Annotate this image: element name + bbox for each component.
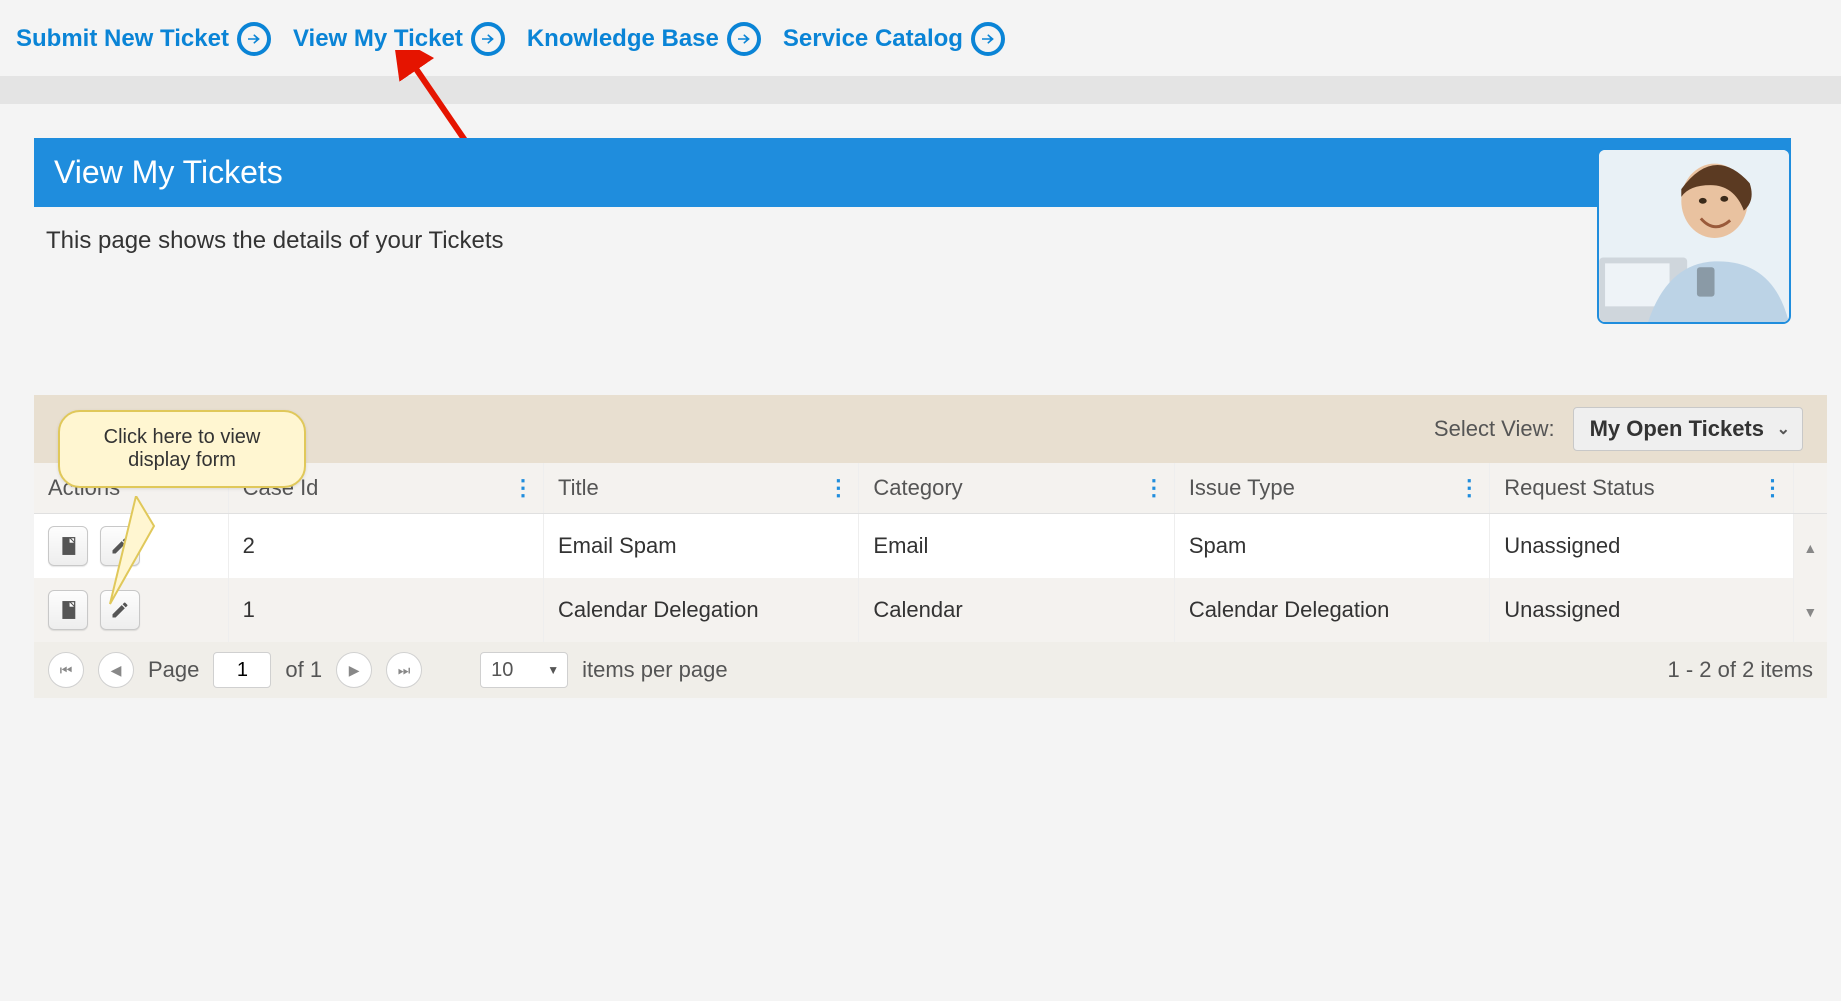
cell-category: Calendar	[859, 578, 1174, 642]
pager-of-label: of 1	[285, 657, 322, 683]
items-per-page-value: 10	[491, 659, 513, 682]
avatar-image	[1599, 150, 1789, 322]
pager-bar: ⏮ ◀ Page of 1 ▶ ⏭ 10 ▼ items per page 1 …	[34, 642, 1827, 698]
callout-line: Click here to view	[80, 426, 284, 449]
nav-item-label: View My Ticket	[293, 25, 463, 53]
select-view-dropdown[interactable]: My Open Tickets ⌄	[1573, 407, 1803, 451]
cell-category: Email	[859, 514, 1174, 579]
view-form-button[interactable]	[48, 526, 88, 566]
col-title[interactable]: Title⋮	[544, 463, 859, 514]
document-icon	[58, 536, 78, 556]
chevron-left-icon: ◀	[111, 662, 122, 679]
nav-knowledge-base[interactable]: Knowledge Base	[527, 22, 761, 56]
table-row: 1 Calendar Delegation Calendar Calendar …	[34, 578, 1827, 642]
column-menu-icon[interactable]: ⋮	[1458, 475, 1479, 501]
nav-item-label: Knowledge Base	[527, 25, 719, 53]
cell-case-id: 1	[228, 578, 543, 642]
nav-item-label: Submit New Ticket	[16, 25, 229, 53]
first-page-icon: ⏮	[60, 662, 73, 679]
last-page-icon: ⏭	[398, 662, 411, 679]
arrow-right-circle-icon	[727, 22, 761, 56]
arrow-right-circle-icon	[237, 22, 271, 56]
tickets-table: Actions Case Id⋮ Title⋮ Category⋮ Issue …	[34, 463, 1827, 642]
scroll-column	[1793, 463, 1827, 514]
column-menu-icon[interactable]: ⋮	[1762, 475, 1783, 501]
cell-case-id: 2	[228, 514, 543, 579]
table-row: 2 Email Spam Email Spam Unassigned ▲	[34, 514, 1827, 579]
pager-page-label: Page	[148, 657, 199, 683]
column-menu-icon[interactable]: ⋮	[1143, 475, 1164, 501]
col-issue-type[interactable]: Issue Type⋮	[1174, 463, 1489, 514]
nav-submit-new-ticket[interactable]: Submit New Ticket	[16, 22, 271, 56]
scroll-up-button[interactable]: ▲	[1793, 514, 1827, 579]
cell-issue-type: Calendar Delegation	[1174, 578, 1489, 642]
select-view-value: My Open Tickets	[1590, 416, 1764, 441]
col-category[interactable]: Category⋮	[859, 463, 1174, 514]
chevron-right-icon: ▶	[349, 662, 360, 679]
pager-first-button[interactable]: ⏮	[48, 652, 84, 688]
items-per-page-label: items per page	[582, 657, 728, 683]
nav-item-label: Service Catalog	[783, 25, 963, 53]
main-content: View My Tickets This page shows the deta…	[0, 104, 1841, 698]
pager-prev-button[interactable]: ◀	[98, 652, 134, 688]
cell-title: Calendar Delegation	[544, 578, 859, 642]
cell-request-status: Unassigned	[1490, 578, 1793, 642]
arrow-right-circle-icon	[971, 22, 1005, 56]
callout-tooltip: Click here to view display form	[58, 410, 306, 488]
spacer-bar	[0, 76, 1841, 104]
avatar	[1597, 148, 1791, 324]
column-menu-icon[interactable]: ⋮	[512, 475, 533, 501]
callout-line: display form	[80, 449, 284, 472]
triangle-up-icon: ▲	[1803, 540, 1817, 556]
cell-title: Email Spam	[544, 514, 859, 579]
nav-service-catalog[interactable]: Service Catalog	[783, 22, 1005, 56]
pager-next-button[interactable]: ▶	[336, 652, 372, 688]
items-per-page-select[interactable]: 10 ▼	[480, 652, 568, 688]
triangle-down-icon: ▼	[547, 663, 559, 677]
select-view-label: Select View:	[1434, 416, 1555, 442]
triangle-down-icon: ▼	[1803, 604, 1817, 620]
document-icon	[58, 600, 78, 620]
cell-issue-type: Spam	[1174, 514, 1489, 579]
col-request-status[interactable]: Request Status⋮	[1490, 463, 1793, 514]
callout-tail-icon	[106, 496, 166, 616]
pager-summary: 1 - 2 of 2 items	[1667, 657, 1813, 683]
pager-page-input[interactable]	[213, 652, 271, 688]
cell-request-status: Unassigned	[1490, 514, 1793, 579]
chevron-down-icon: ⌄	[1777, 419, 1790, 439]
page-title: View My Tickets	[34, 138, 1791, 207]
view-form-button[interactable]	[48, 590, 88, 630]
top-nav: Submit New Ticket View My Ticket Knowled…	[0, 0, 1841, 76]
column-menu-icon[interactable]: ⋮	[827, 475, 848, 501]
scroll-down-button[interactable]: ▼	[1793, 578, 1827, 642]
page-subtitle: This page shows the details of your Tick…	[34, 207, 1841, 265]
pager-last-button[interactable]: ⏭	[386, 652, 422, 688]
